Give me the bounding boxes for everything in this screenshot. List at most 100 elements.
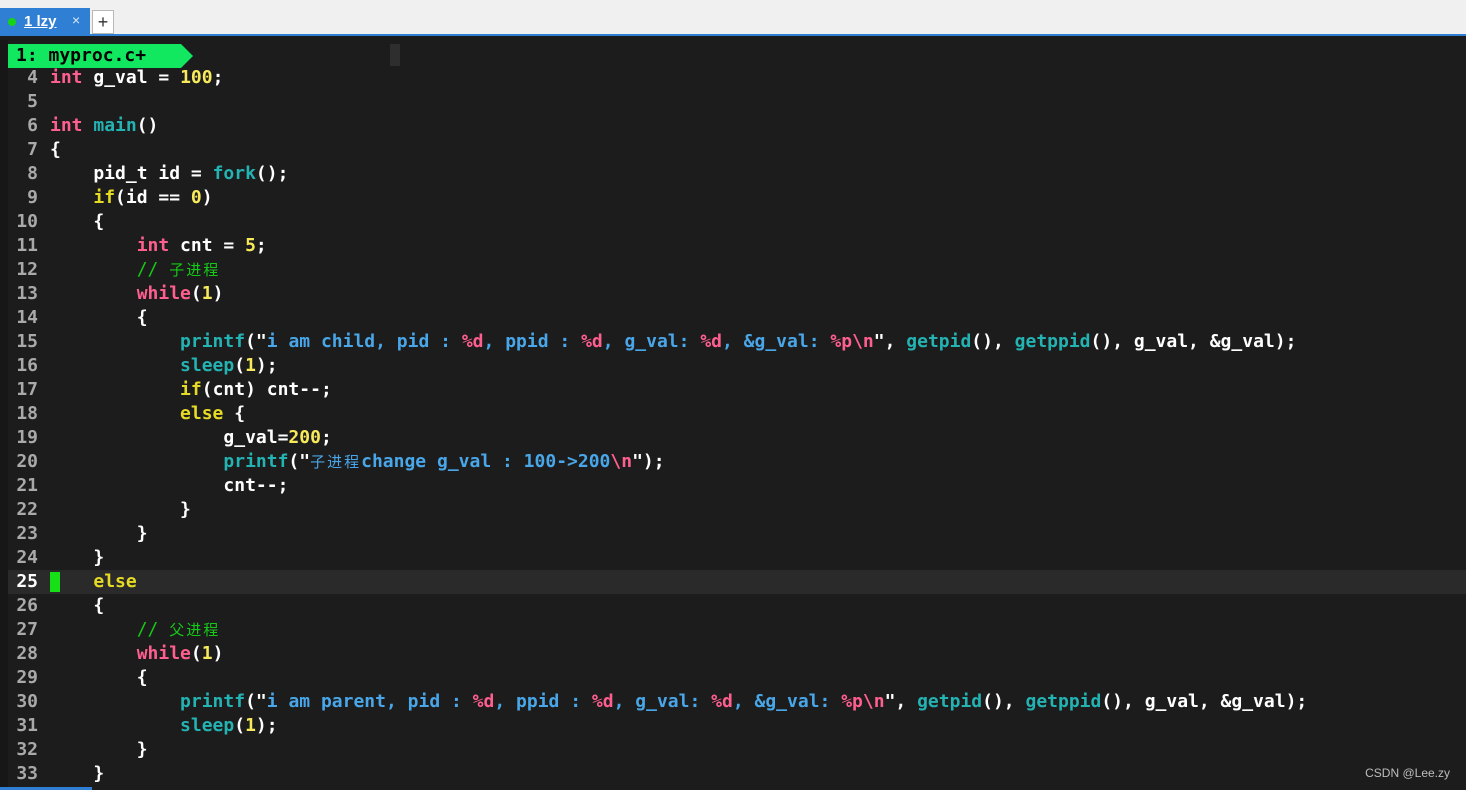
line-number: 7 [27, 139, 38, 160]
line-code: { [50, 666, 148, 690]
current-line-number: 25 [16, 571, 38, 592]
code-text: ; [320, 427, 332, 448]
code-text: (cnt) cnt--; [201, 379, 332, 400]
number-token: 0 [190, 187, 202, 208]
escape-token: \n [852, 331, 874, 352]
file-tab-label[interactable]: 1: myproc.c+ [8, 44, 181, 68]
code-line: 31 sleep(1); [8, 714, 1466, 738]
line-number: 11 [16, 235, 38, 256]
code-line: 28 while(1) [8, 642, 1466, 666]
line-number: 8 [27, 163, 38, 184]
control-token: if [93, 187, 116, 208]
line-code: } [50, 762, 104, 786]
line-code: { [50, 594, 104, 618]
format-token: %d [472, 691, 495, 712]
number-token: 1 [201, 283, 213, 304]
function-token: printf [223, 451, 289, 472]
function-token: getppid [1025, 691, 1102, 712]
string-token: i am child, pid : [266, 331, 462, 352]
code-line: 21 cnt--; [8, 474, 1466, 498]
line-code: } [50, 522, 148, 546]
code-text: (" [245, 691, 267, 712]
code-line: 16 sleep(1); [8, 354, 1466, 378]
function-token: main [93, 115, 137, 136]
escape-token: \n [610, 451, 633, 472]
code-line: 4 int g_val = 100; [8, 66, 1466, 90]
code-text: } [50, 499, 191, 520]
format-token: %d [711, 691, 733, 712]
line-code: printf("子进程change g_val : 100->200\n"); [50, 450, 665, 474]
code-line: 22 } [8, 498, 1466, 522]
code-text: } [50, 523, 148, 544]
powerline-arrow-icon [181, 44, 193, 68]
code-line: 18 else { [8, 402, 1466, 426]
string-token: , &g_val: [722, 331, 831, 352]
keyword-token: int [50, 67, 83, 88]
control-token: else [180, 403, 224, 424]
string-token: 子进程 [310, 453, 362, 471]
close-icon[interactable]: × [72, 12, 80, 28]
code-line: 17 if(cnt) cnt--; [8, 378, 1466, 402]
function-token: getppid [1014, 331, 1091, 352]
new-tab-button[interactable]: + [92, 10, 114, 34]
line-number: 27 [16, 619, 38, 640]
scroll-marker [390, 44, 400, 66]
code-text: } [50, 739, 148, 760]
number-token: 100 [180, 67, 213, 88]
tab-bar: 1 lzy × + [0, 0, 1466, 36]
line-number: 33 [16, 763, 38, 784]
code-text: ( [190, 643, 202, 664]
code-line: 15 printf("i am child, pid : %d, ppid : … [8, 330, 1466, 354]
line-number: 30 [16, 691, 38, 712]
keyword-token: while [136, 643, 191, 664]
line-number: 4 [27, 67, 38, 88]
number-token: 1 [245, 355, 256, 376]
format-token: %d [581, 331, 603, 352]
code-text: ) [212, 283, 224, 304]
line-code: } [50, 498, 191, 522]
line-code: { [50, 306, 148, 330]
code-text: ", [873, 331, 907, 352]
line-code: cnt--; [50, 474, 288, 498]
line-number: 31 [16, 715, 38, 736]
format-token: %p [841, 691, 863, 712]
code-text: { [50, 211, 105, 232]
function-token: getpid [906, 331, 972, 352]
code-text: ; [212, 67, 224, 88]
line-code: else { [50, 402, 245, 426]
code-text: cnt--; [50, 475, 289, 496]
line-number: 12 [16, 259, 38, 280]
number-token: 1 [245, 715, 256, 736]
code-text: g_val= [50, 427, 289, 448]
line-code: } [50, 738, 148, 762]
code-text: { [50, 595, 105, 616]
string-token: , g_val: [602, 331, 701, 352]
function-token: sleep [180, 715, 235, 736]
code-line: 11 int cnt = 5; [8, 234, 1466, 258]
code-line: 30 printf("i am parent, pid : %d, ppid :… [8, 690, 1466, 714]
tab-session-lzy[interactable]: 1 lzy × [0, 8, 90, 36]
function-token: fork [212, 163, 256, 184]
comment-token: 父进程 [169, 621, 221, 639]
tab-label: 1 lzy [24, 13, 57, 30]
vim-editor[interactable]: 1: myproc.c+ 4 int g_val = 100; 5 6 int ma… [0, 40, 1466, 790]
string-token: , ppid : [494, 691, 592, 712]
code-text: "); [632, 451, 665, 472]
code-line: 13 while(1) [8, 282, 1466, 306]
escape-token: \n [862, 691, 885, 712]
comment-token: // [136, 259, 170, 280]
code-text: (" [245, 331, 267, 352]
line-number: 26 [16, 595, 38, 616]
function-token: printf [180, 691, 246, 712]
format-token: %d [700, 331, 722, 352]
line-number: 21 [16, 475, 38, 496]
line-number: 22 [16, 499, 38, 520]
code-text: (), g_val, &g_val); [1101, 691, 1308, 712]
